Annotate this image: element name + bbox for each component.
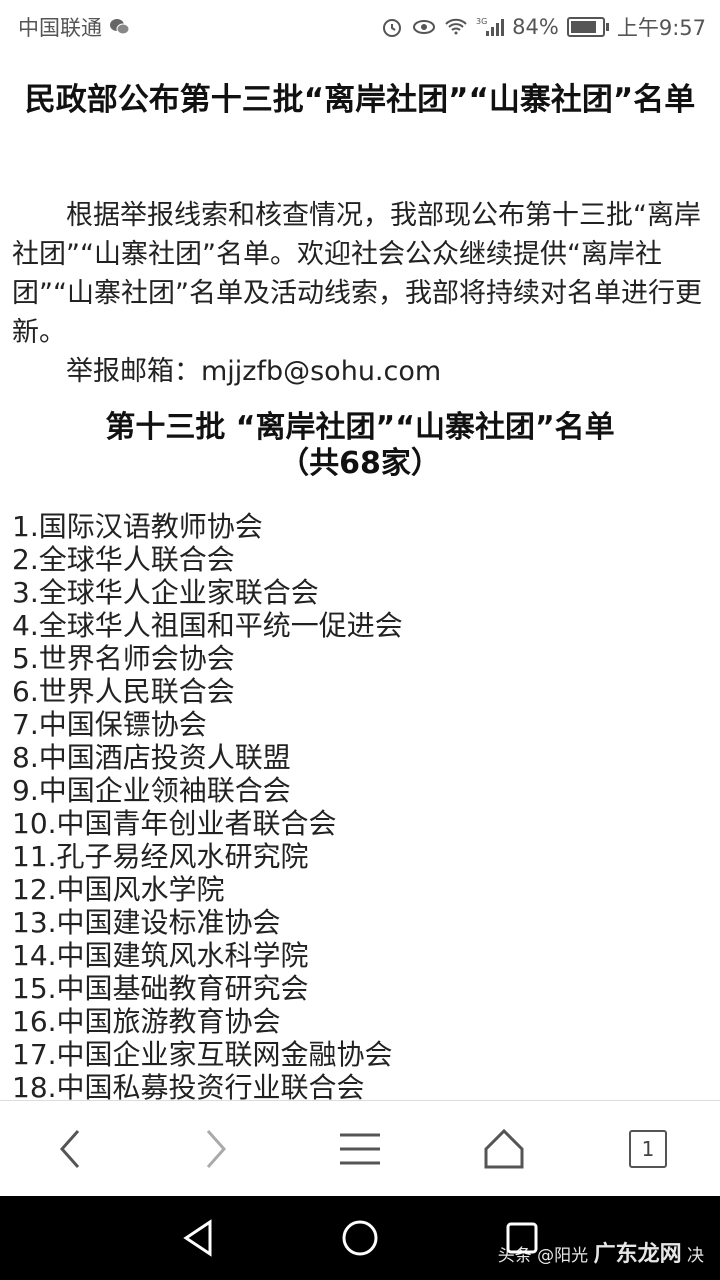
- list-item: 8.中国酒店投资人联盟: [12, 741, 291, 774]
- chevron-right-icon: [206, 1130, 227, 1168]
- list-title: 第十三批 “离岸社团”“山寨社团”名单: [105, 410, 615, 445]
- wechat-icon: [108, 15, 132, 39]
- watermark: 头条 @阳光 广东龙网 决: [498, 1236, 704, 1268]
- wifi-icon: [444, 15, 468, 39]
- list-item: 5.世界名师会协会: [12, 642, 235, 675]
- tab-count: 1: [629, 1130, 667, 1168]
- watermark-brand: 广东龙网: [593, 1242, 682, 1267]
- system-home-button[interactable]: [338, 1216, 382, 1260]
- watermark-suffix: 决: [687, 1246, 704, 1266]
- status-bar: 中国联通 3G 84% 上午9:57: [0, 0, 720, 48]
- list-item: 9.中国企业领袖联合会: [12, 774, 291, 807]
- list-item: 12.中国风水学院: [12, 873, 225, 906]
- list-subtitle: （共68家）: [279, 446, 441, 481]
- battery-icon: [566, 17, 609, 37]
- circle-home-icon: [342, 1220, 378, 1256]
- article-intro: 根据举报线索和核查情况，我部现公布第十三批“离岸社团”“山寨社团”名单。欢迎社会…: [12, 196, 702, 391]
- list-item: 16.中国旅游教育协会: [12, 1005, 281, 1038]
- list-item: 13.中国建设标准协会: [12, 906, 281, 939]
- list-item: 18.中国私募投资行业联合会: [12, 1071, 365, 1100]
- list-item: 7.中国保镖协会: [12, 708, 207, 741]
- home-icon: [484, 1128, 524, 1169]
- list-item: 6.世界人民联合会: [12, 675, 235, 708]
- report-email: 举报邮箱：mjjzfb@sohu.com: [66, 356, 442, 387]
- list-item: 10.中国青年创业者联合会: [12, 807, 337, 840]
- list-item: 1.国际汉语教师协会: [12, 510, 263, 543]
- list-item: 3.全球华人企业家联合会: [12, 576, 319, 609]
- network-type: 3G: [476, 17, 487, 26]
- battery-percent: 84%: [512, 15, 559, 39]
- organization-list: 1.国际汉语教师协会 2.全球华人联合会 3.全球华人企业家联合会 4.全球华人祖国和…: [12, 510, 712, 1100]
- home-button[interactable]: [472, 1119, 536, 1179]
- article-title: 民政部公布第十三批“离岸社团”“山寨社团”名单: [24, 82, 696, 118]
- status-right: 3G 84% 上午9:57: [380, 12, 706, 42]
- menu-icon: [340, 1133, 380, 1165]
- system-back-button[interactable]: [176, 1216, 220, 1260]
- tabs-button[interactable]: 1: [616, 1119, 680, 1179]
- intro-paragraph: 根据举报线索和核查情况，我部现公布第十三批“离岸社团”“山寨社团”名单。欢迎社会…: [12, 200, 702, 348]
- status-left: 中国联通: [18, 12, 132, 42]
- list-item: 15.中国基础教育研究会: [12, 972, 309, 1005]
- menu-button[interactable]: [328, 1119, 392, 1179]
- watermark-text: 头条 @阳光: [497, 1246, 589, 1266]
- list-item: 17.中国企业家互联网金融协会: [12, 1038, 393, 1071]
- list-item: 4.全球华人祖国和平统一促进会: [12, 609, 403, 642]
- chevron-left-icon: [59, 1130, 80, 1168]
- triangle-back-icon: [183, 1219, 212, 1257]
- list-item: 14.中国建筑风水科学院: [12, 939, 309, 972]
- article-content[interactable]: 民政部公布第十三批“离岸社团”“山寨社团”名单 根据举报线索和核查情况，我部现公…: [0, 48, 720, 1100]
- signal-icon: 3G: [476, 15, 505, 39]
- alarm-icon: [380, 15, 404, 39]
- carrier-label: 中国联通: [18, 16, 102, 40]
- back-button[interactable]: [38, 1119, 102, 1179]
- eye-icon: [412, 15, 436, 39]
- forward-button[interactable]: [184, 1119, 248, 1179]
- browser-bottom-nav: 1: [0, 1100, 720, 1197]
- clock: 上午9:57: [616, 16, 706, 40]
- list-item: 11.孔子易经风水研究院: [12, 840, 309, 873]
- list-heading: 第十三批 “离岸社团”“山寨社团”名单 （共68家）: [30, 410, 690, 482]
- system-nav-bar: 头条 @阳光 广东龙网 决: [0, 1196, 720, 1280]
- list-item: 2.全球华人联合会: [12, 543, 235, 576]
